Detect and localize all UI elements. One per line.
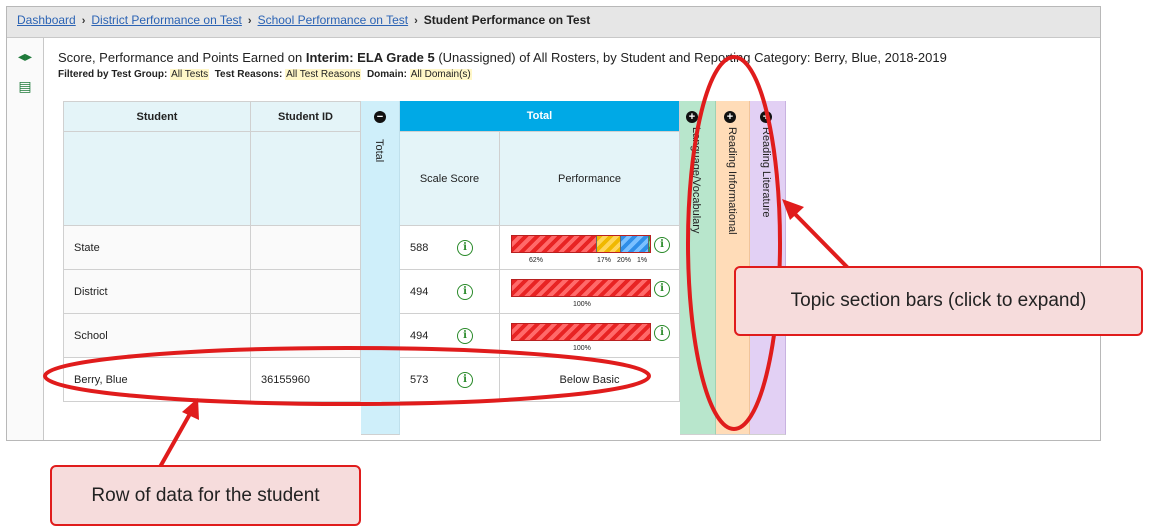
topic-arrowhead [782,199,804,220]
callout-row: Row of data for the student [50,465,361,526]
row-arrow [158,411,193,468]
topic-bars-highlight [686,55,782,431]
student-row-highlight [43,346,651,406]
callout-topic: Topic section bars (click to expand) [734,266,1143,336]
topic-arrow [792,211,850,270]
